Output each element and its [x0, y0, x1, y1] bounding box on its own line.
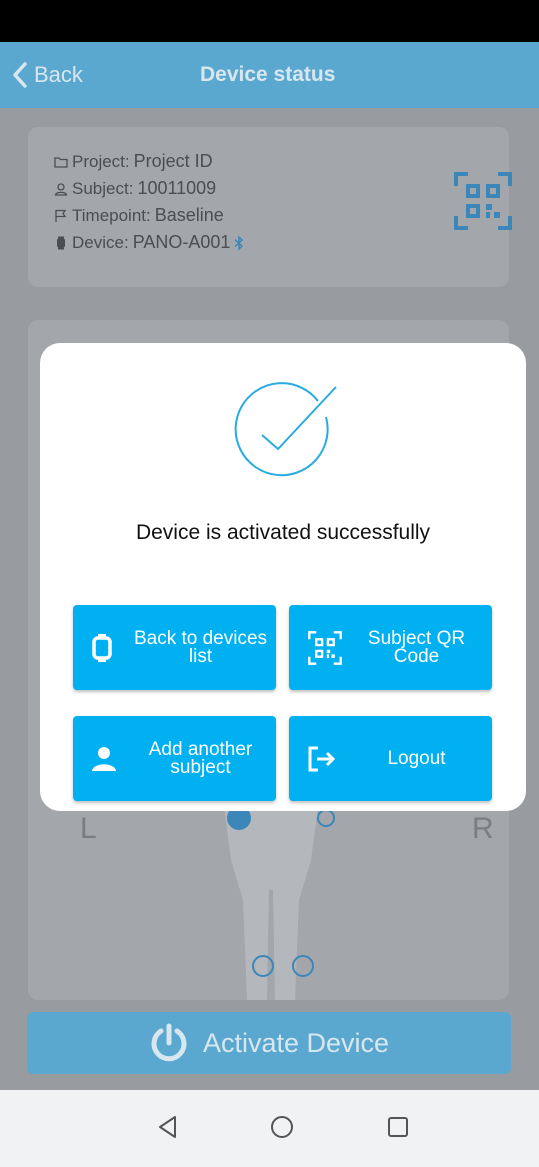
activate-label: Activate Device [202, 1027, 390, 1058]
device-label: Device: [72, 232, 129, 252]
person-icon [54, 182, 68, 196]
device-row: Device: PANO-A001 [54, 232, 244, 253]
bluetooth-icon [234, 234, 244, 251]
back-label: Back [34, 62, 83, 87]
subject-qr-code-label: Subject QR Code [367, 627, 466, 667]
back-to-devices-button[interactable]: Back to devices list [73, 605, 276, 690]
project-value: Project ID [133, 151, 213, 171]
nav-home-icon[interactable] [269, 1114, 295, 1140]
device-value: PANO-A001 [132, 232, 231, 252]
qr-code-icon[interactable] [452, 170, 514, 232]
subject-value: 10011009 [137, 178, 217, 198]
subject-row: Subject: 10011009 [54, 178, 216, 199]
system-nav-bar [0, 1090, 539, 1167]
chevron-left-icon [13, 62, 27, 88]
watch-icon [92, 633, 112, 662]
nav-back-icon[interactable] [155, 1114, 181, 1140]
subject-info-card: Project: Project ID Subject: 10011009 Ti… [28, 127, 512, 287]
flag-icon [55, 209, 67, 222]
right-side-label: R [472, 812, 494, 845]
logout-label: Logout [387, 747, 446, 769]
nav-recents-icon[interactable] [385, 1114, 411, 1140]
person-icon [92, 746, 116, 771]
activate-device-button[interactable]: Activate Device [27, 1012, 511, 1074]
success-message: Device is activated successfully [135, 521, 431, 544]
add-another-subject-label: Add another subject [148, 738, 253, 778]
qr-code-icon [308, 630, 342, 665]
power-icon [151, 1023, 187, 1062]
project-row: Project: Project ID [54, 151, 213, 172]
subject-qr-code-button[interactable]: Subject QR Code [289, 605, 492, 690]
app-header: Back Device status [0, 42, 539, 108]
subject-label: Subject: [72, 178, 134, 198]
activation-success-dialog: Device is activated successfully Back to… [40, 343, 526, 811]
logout-button[interactable]: Logout [289, 716, 492, 801]
page-title: Device status [200, 63, 336, 86]
sensor-point[interactable] [292, 955, 314, 977]
add-another-subject-button[interactable]: Add another subject [73, 716, 276, 801]
check-circle-icon [234, 382, 337, 477]
timepoint-row: Timepoint: Baseline [54, 205, 224, 226]
status-bar [0, 0, 539, 42]
back-to-devices-label: Back to devices list [133, 627, 268, 667]
sensor-point[interactable] [252, 955, 274, 977]
watch-icon [57, 236, 65, 249]
back-button[interactable]: Back [12, 42, 83, 108]
sensor-point[interactable] [317, 809, 335, 827]
logout-icon [308, 746, 336, 771]
left-side-label: L [80, 812, 97, 845]
timepoint-label: Timepoint: [72, 205, 151, 225]
timepoint-value: Baseline [154, 205, 224, 225]
folder-icon [54, 156, 68, 168]
project-label: Project: [72, 151, 130, 171]
